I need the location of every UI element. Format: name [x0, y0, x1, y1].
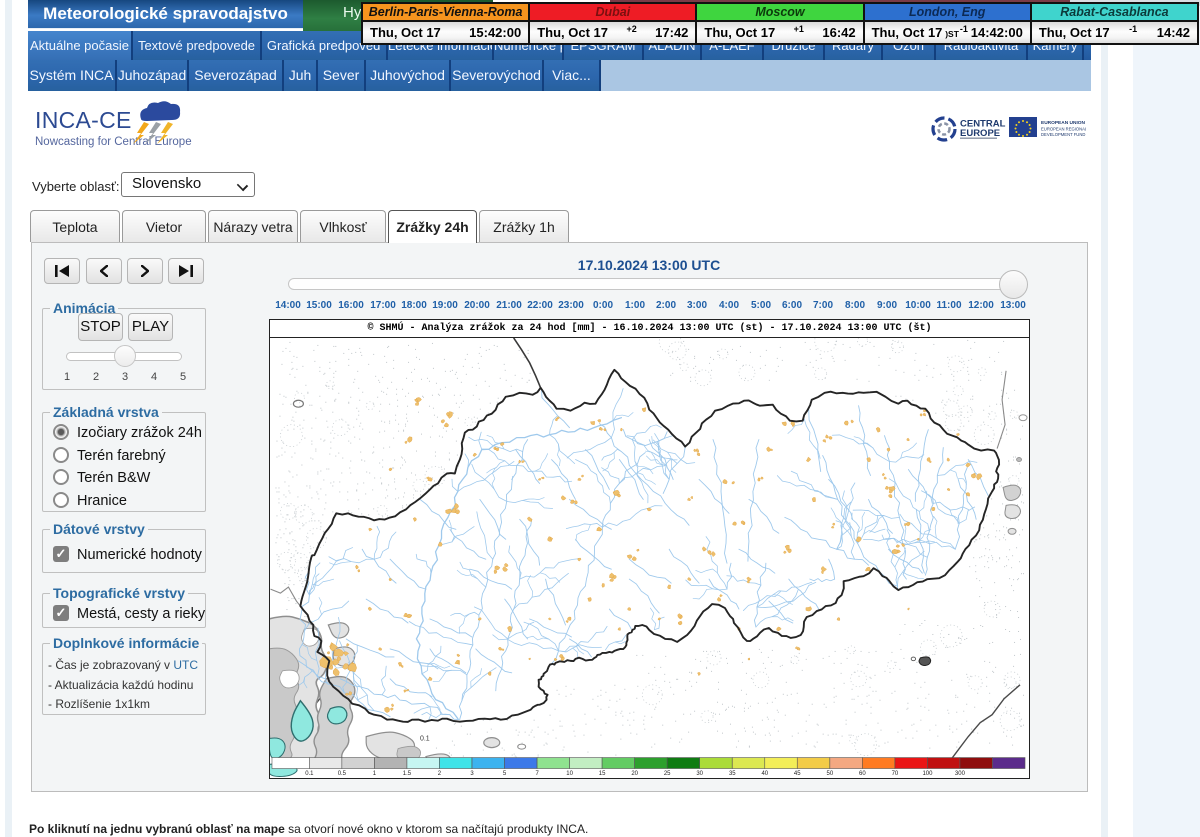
svg-text:10: 10 — [566, 771, 573, 777]
svg-text:60: 60 — [859, 771, 866, 777]
svg-text:20: 20 — [631, 771, 638, 777]
svg-text:EUROPEAN UNION: EUROPEAN UNION — [1041, 120, 1086, 126]
svg-text:0.1: 0.1 — [305, 771, 314, 777]
svg-text:DEVELOPMENT FUND: DEVELOPMENT FUND — [1041, 132, 1085, 137]
svg-text:15: 15 — [599, 771, 606, 777]
svg-text:70: 70 — [892, 771, 899, 777]
svg-text:0.1: 0.1 — [420, 736, 430, 743]
svg-text:1.5: 1.5 — [403, 771, 412, 777]
svg-text:EUROPEAN REGIONAL: EUROPEAN REGIONAL — [1041, 127, 1086, 132]
svg-text:50: 50 — [827, 771, 834, 777]
svg-text:30: 30 — [696, 771, 703, 777]
svg-text:EUROPE: EUROPE — [960, 128, 1000, 139]
svg-text:35: 35 — [729, 771, 736, 777]
svg-text:45: 45 — [794, 771, 801, 777]
svg-text:100: 100 — [922, 771, 933, 777]
svg-text:0.5: 0.5 — [338, 771, 347, 777]
svg-text:25: 25 — [664, 771, 671, 777]
svg-text:40: 40 — [761, 771, 768, 777]
svg-text:300: 300 — [955, 771, 966, 777]
